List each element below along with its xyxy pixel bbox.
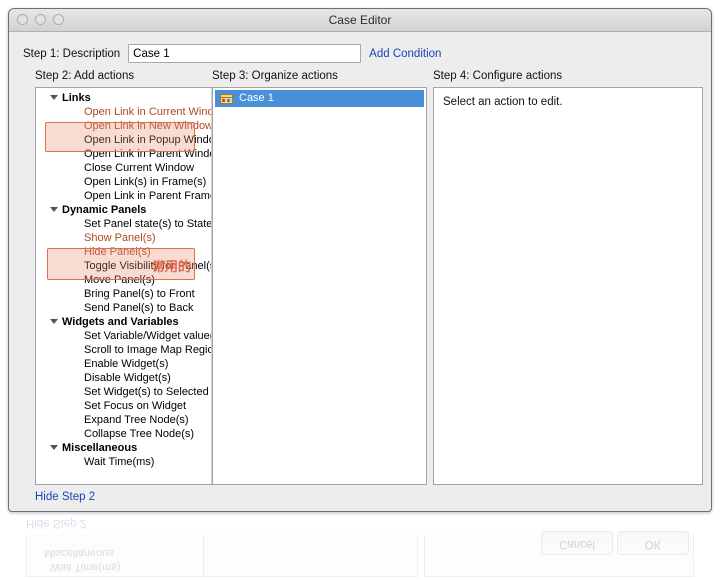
action-item[interactable]: Set Panel state(s) to State(s) — [36, 217, 226, 231]
action-item[interactable]: Expand Tree Node(s) — [36, 413, 226, 427]
configure-panel: Select an action to edit. — [433, 87, 703, 485]
action-item-label: Scroll to Image Map Region — [84, 344, 220, 356]
action-item[interactable]: Send Panel(s) to Back — [36, 301, 226, 315]
reflection-item-wait: Wait Time(ms) — [50, 561, 120, 573]
reflection-hide-step-link: Hide Step 2 — [26, 517, 86, 529]
window-titlebar: Case Editor — [9, 9, 711, 32]
actions-panel: Links Open Link in Current Window Open Lin… — [35, 87, 227, 485]
action-item[interactable]: Set Widget(s) to Selected State — [36, 385, 226, 399]
action-item-label: Miscellaneous — [62, 442, 137, 454]
action-item-label: Set Focus on Widget — [84, 400, 186, 412]
chevron-down-icon[interactable] — [50, 207, 58, 212]
step3-header: Step 3: Organize actions — [212, 70, 338, 82]
action-item-label: Wait Time(ms) — [84, 456, 154, 468]
action-item[interactable]: Wait Time(ms) — [36, 455, 226, 469]
action-item[interactable]: Open Link in Current Window — [36, 105, 226, 119]
action-item[interactable]: Disable Widget(s) — [36, 371, 226, 385]
window-title: Case Editor — [9, 13, 711, 27]
action-item[interactable]: Move Panel(s) — [36, 273, 226, 287]
chevron-down-icon[interactable] — [50, 319, 58, 324]
action-item[interactable]: Toggle Visibility for Panel(s) — [36, 259, 226, 273]
action-item-label: Dynamic Panels — [62, 204, 146, 216]
hide-step-link[interactable]: Hide Step 2 — [35, 491, 95, 503]
action-group[interactable]: Miscellaneous — [36, 441, 226, 455]
action-item-label: Open Link in Current Window — [84, 106, 227, 118]
action-item-label: Move Panel(s) — [84, 274, 155, 286]
action-item[interactable]: Close Current Window — [36, 161, 226, 175]
action-item[interactable]: Open Link in New Window/Tab — [36, 119, 226, 133]
action-item-label: Hide Panel(s) — [84, 246, 151, 258]
action-item-label: Show Panel(s) — [84, 232, 156, 244]
description-input[interactable] — [128, 44, 361, 63]
reflection-panel-organize — [203, 535, 418, 577]
action-item-label: Disable Widget(s) — [84, 372, 171, 384]
action-item-label: Enable Widget(s) — [84, 358, 168, 370]
step1-label: Step 1: Description — [23, 48, 120, 60]
annotation-note: 常用的 — [152, 256, 191, 275]
chevron-down-icon[interactable] — [50, 445, 58, 450]
action-group[interactable]: Dynamic Panels — [36, 203, 226, 217]
case-editor-window: Case Editor Step 1: Description Add Cond… — [8, 8, 712, 512]
action-item-label: Expand Tree Node(s) — [84, 414, 189, 426]
action-item-label: Widgets and Variables — [62, 316, 179, 328]
action-item-label: Open Link in Parent Frame — [84, 190, 216, 202]
action-item-label: Send Panel(s) to Back — [84, 302, 193, 314]
action-item[interactable]: Open Link(s) in Frame(s) — [36, 175, 226, 189]
organize-panel[interactable]: Case 1 — [212, 87, 427, 485]
action-item[interactable]: Bring Panel(s) to Front — [36, 287, 226, 301]
window-body: Step 1: Description Add Condition Step 2… — [9, 32, 711, 512]
action-item-label: Set Widget(s) to Selected State — [84, 386, 227, 398]
action-group[interactable]: Links — [36, 91, 226, 105]
action-item[interactable]: Open Link in Parent Window — [36, 147, 226, 161]
action-item[interactable]: Hide Panel(s) — [36, 245, 226, 259]
action-item-label: Open Link in New Window/Tab — [84, 120, 227, 132]
action-item[interactable]: Set Variable/Widget value(s) — [36, 329, 226, 343]
actions-tree[interactable]: Links Open Link in Current Window Open Lin… — [36, 88, 226, 484]
action-item-label: Close Current Window — [84, 162, 194, 174]
reflection-item-misc: Miscellaneous — [44, 547, 114, 559]
action-group[interactable]: Widgets and Variables — [36, 315, 226, 329]
action-item-label: Open Link in Popup Window — [84, 134, 223, 146]
action-item-label: Bring Panel(s) to Front — [84, 288, 195, 300]
add-condition-link[interactable]: Add Condition — [369, 48, 441, 60]
chevron-down-icon[interactable] — [50, 95, 58, 100]
action-item[interactable]: Enable Widget(s) — [36, 357, 226, 371]
action-item-label: Open Link(s) in Frame(s) — [84, 176, 206, 188]
action-item-label: Set Panel state(s) to State(s) — [84, 218, 225, 230]
action-item-label: Open Link in Parent Window — [84, 148, 223, 160]
action-item[interactable]: Open Link in Parent Frame — [36, 189, 226, 203]
step2-header: Step 2: Add actions — [35, 70, 134, 82]
case-list-item-label: Case 1 — [239, 92, 274, 104]
action-item-label: Links — [62, 92, 91, 104]
action-item[interactable]: Set Focus on Widget — [36, 399, 226, 413]
case-icon — [220, 92, 233, 105]
reflection-cancel-button: Cancel — [541, 531, 613, 555]
reflection-ok-button: OK — [617, 531, 689, 555]
configure-placeholder: Select an action to edit. — [434, 88, 702, 116]
action-item[interactable]: Open Link in Popup Window — [36, 133, 226, 147]
window-reflection: Wait Time(ms) Miscellaneous Hide Step 2 … — [8, 505, 712, 577]
step1-row: Step 1: Description Add Condition — [23, 44, 441, 63]
action-item[interactable]: Collapse Tree Node(s) — [36, 427, 226, 441]
action-item[interactable]: Show Panel(s) — [36, 231, 226, 245]
action-item[interactable]: Scroll to Image Map Region — [36, 343, 226, 357]
step4-header: Step 4: Configure actions — [433, 70, 562, 82]
action-item-label: Collapse Tree Node(s) — [84, 428, 194, 440]
action-item-label: Set Variable/Widget value(s) — [84, 330, 223, 342]
case-list-item[interactable]: Case 1 — [215, 90, 424, 107]
